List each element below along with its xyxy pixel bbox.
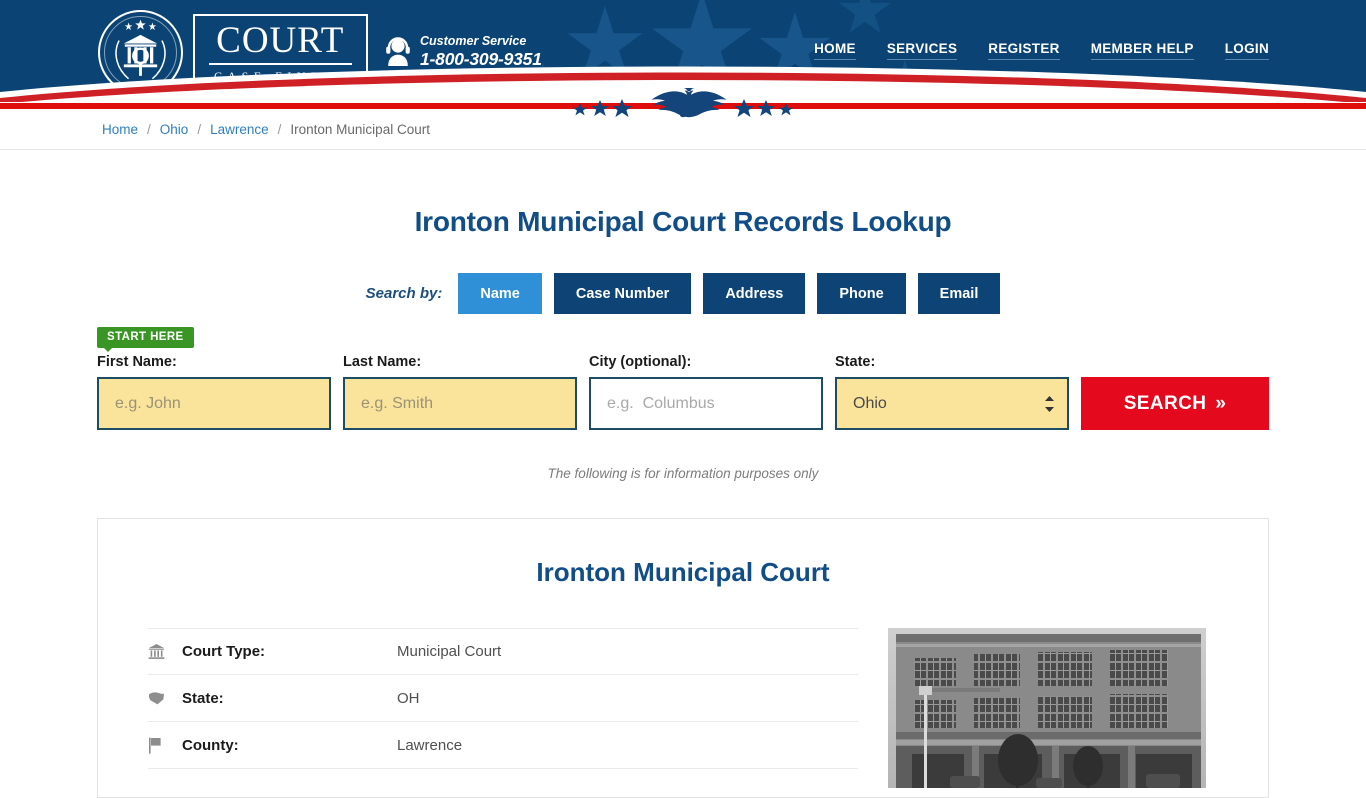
detail-row-county: County: Lawrence — [148, 722, 858, 769]
start-here-badge: START HERE — [97, 327, 194, 352]
tab-phone[interactable]: Phone — [817, 273, 906, 314]
last-name-field-group: Last Name: — [343, 354, 577, 430]
nav-item-login[interactable]: LOGIN — [1224, 41, 1269, 60]
court-info-card: Ironton Municipal Court Court Type: Muni… — [97, 518, 1269, 798]
state-label: State: — [835, 354, 876, 370]
tab-email[interactable]: Email — [917, 273, 1001, 314]
state-select[interactable]: Ohio — [835, 377, 1069, 430]
disclaimer-text: The following is for information purpose… — [547, 466, 819, 481]
detail-label-court-type: Court Type: — [182, 643, 266, 660]
first-name-input[interactable] — [97, 377, 331, 430]
detail-row-state: State: OH — [148, 675, 858, 722]
detail-label-state: State: — [182, 689, 224, 707]
courthouse-photo — [888, 628, 1206, 788]
last-name-label: Last Name: — [343, 354, 422, 370]
breadcrumb-separator: / — [277, 121, 282, 137]
first-name-field-group: First Name: — [97, 354, 331, 430]
breadcrumb-item-lawrence[interactable]: Lawrence — [210, 122, 269, 137]
site-header: COURT CASE FINDER Customer Service 1-800… — [0, 0, 1366, 102]
customer-service-block: Customer Service 1-800-309-9351 — [385, 34, 542, 71]
page-title: Ironton Municipal Court Records Lookup — [414, 206, 952, 237]
nav-item-home[interactable]: HOME — [814, 41, 856, 60]
courthouse-icon — [148, 643, 182, 660]
breadcrumb-separator: / — [197, 121, 202, 137]
detail-value-state: OH — [397, 689, 420, 707]
city-field-group: City (optional): — [589, 354, 823, 430]
nav-item-register[interactable]: REGISTER — [988, 41, 1060, 60]
search-by-label: Search by: — [365, 285, 443, 302]
nav-item-services[interactable]: SERVICES — [886, 41, 958, 60]
state-field-group: State: Ohio — [835, 354, 1069, 430]
tab-address[interactable]: Address — [703, 273, 806, 314]
court-details-list: Court Type: Municipal Court State: OH Co… — [148, 628, 858, 788]
logo-title: COURT — [209, 22, 352, 65]
customer-service-phone[interactable]: 1-800-309-9351 — [420, 49, 542, 71]
logo-subtitle: CASE FINDER — [214, 69, 352, 83]
map-state-icon — [148, 691, 182, 706]
first-name-label: First Name: — [97, 354, 177, 370]
main-navigation: HOME SERVICES REGISTER MEMBER HELP LOGIN — [814, 41, 1269, 60]
search-by-tabs: Search by: Name Case Number Address Phon… — [0, 273, 1366, 314]
breadcrumb-separator: / — [147, 121, 151, 137]
last-name-input[interactable] — [343, 377, 577, 430]
court-seal-icon — [98, 10, 183, 95]
customer-service-label: Customer Service — [420, 34, 527, 48]
detail-value-court-type: Municipal Court — [397, 643, 502, 660]
detail-row-court-type: Court Type: Municipal Court — [148, 628, 858, 675]
breadcrumb: Home / Ohio / Lawrence / Ironton Municip… — [0, 109, 1366, 150]
site-logo[interactable]: COURT CASE FINDER — [98, 10, 368, 95]
court-name-heading: Ironton Municipal Court — [536, 557, 830, 587]
detail-label-county: County: — [182, 736, 239, 754]
double-chevron-right-icon: » — [1215, 392, 1227, 414]
tab-name[interactable]: Name — [458, 273, 542, 314]
search-button-label: SEARCH — [1123, 392, 1207, 414]
breadcrumb-item-home[interactable]: Home — [102, 122, 138, 137]
search-form: START HERE First Name: Last Name: City (… — [97, 314, 1269, 481]
breadcrumb-item-ohio[interactable]: Ohio — [160, 122, 189, 137]
nav-item-member-help[interactable]: MEMBER HELP — [1090, 41, 1194, 60]
detail-value-county: Lawrence — [397, 736, 463, 754]
tab-case-number[interactable]: Case Number — [553, 273, 692, 314]
breadcrumb-item-current: Ironton Municipal Court — [290, 121, 430, 137]
flag-icon — [148, 737, 182, 754]
header-red-stripe — [0, 103, 1366, 109]
city-input[interactable] — [589, 377, 823, 430]
search-button[interactable]: SEARCH » — [1081, 377, 1269, 430]
headset-agent-icon — [386, 37, 410, 67]
city-label: City (optional): — [589, 354, 692, 370]
